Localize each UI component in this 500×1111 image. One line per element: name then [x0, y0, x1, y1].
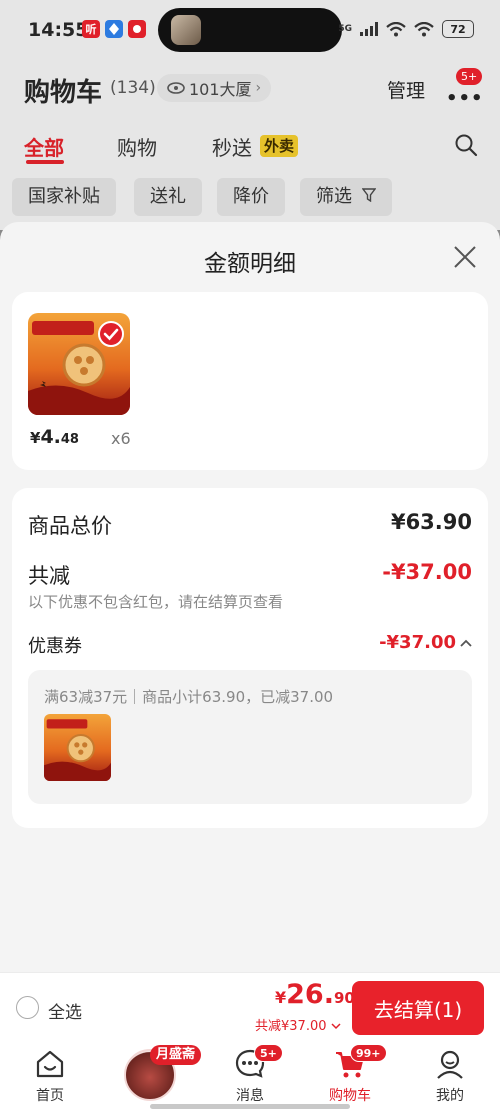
taobao-app-icon — [128, 20, 146, 38]
total-reduction-value: -¥37.00 — [382, 560, 472, 584]
filter-button[interactable]: 筛选 — [300, 178, 392, 216]
manage-button[interactable]: 管理 — [387, 76, 425, 103]
total-integer: 26. — [286, 979, 334, 1010]
total-currency: ¥ — [275, 988, 287, 1007]
profile-icon — [437, 1050, 463, 1079]
page-title: 购物车 — [24, 78, 103, 108]
filter-national-subsidy[interactable]: 国家补贴 — [12, 178, 116, 216]
sheet-title: 金额明细 — [204, 251, 296, 277]
ting-app-icon: 听 — [82, 20, 100, 38]
location-app-icon — [105, 20, 123, 38]
status-indicators: 5G 72 — [338, 20, 474, 38]
filter-label: 筛选 — [316, 186, 352, 207]
price-integer: 4. — [40, 426, 61, 448]
tab-home-label: 首页 — [36, 1088, 64, 1104]
coupon-product-image — [44, 714, 111, 781]
more-dots-icon: ••• — [446, 88, 484, 109]
select-all-label[interactable]: 全选 — [48, 998, 82, 1023]
item-quantity: x6 — [111, 429, 131, 448]
tab-shopping[interactable]: 购物 — [117, 132, 157, 161]
coupon-description: 满63减37元｜商品小计63.90，已减37.00 — [44, 688, 334, 706]
select-all-radio[interactable] — [16, 996, 39, 1019]
location-label: 101大厦 — [189, 80, 252, 99]
item-price: ¥4.48 — [30, 426, 79, 448]
home-indicator[interactable] — [150, 1104, 350, 1109]
summary-card: 商品总价 ¥63.90 共减 -¥37.00 以下优惠不包含红包，请在结算页查看… — [12, 488, 488, 828]
chevron-up-icon — [460, 639, 472, 647]
network-label: 5G — [338, 24, 352, 34]
selected-check-icon — [98, 321, 124, 347]
product-image[interactable] — [28, 313, 130, 415]
cart-header: 购物车 (134) 101大厦 › 管理 ••• 5+ — [0, 62, 500, 116]
more-badge: 5+ — [456, 68, 483, 85]
location-selector[interactable]: 101大厦 › — [157, 74, 272, 102]
cart-count: (134) — [110, 78, 156, 98]
status-app-icons: 听 — [82, 20, 146, 38]
battery-indicator: 72 — [442, 20, 474, 38]
checkout-reduction-text: 共减¥37.00 — [255, 1019, 327, 1034]
signal-icon — [360, 22, 378, 36]
filter-chips: 国家补贴 送礼 降价 筛选 — [0, 178, 500, 218]
filter-gift[interactable]: 送礼 — [134, 178, 202, 216]
tab-cart-label: 购物车 — [329, 1088, 371, 1104]
price-decimal: 48 — [60, 432, 79, 447]
coupon-toggle[interactable]: -¥37.00 — [379, 632, 472, 653]
bottom-tab-bar: 首页 月盛斋 5+ 消息 99+ 购物车 我的 — [0, 1040, 500, 1111]
coupon-label: 优惠券 — [28, 636, 82, 657]
eye-icon — [167, 82, 185, 94]
total-price-label: 商品总价 — [28, 514, 112, 538]
status-bar: 14:55 听 5G 72 — [0, 0, 500, 60]
tab-messages-label: 消息 — [236, 1088, 264, 1104]
filter-price-drop[interactable]: 降价 — [217, 178, 285, 216]
coupon-value: -¥37.00 — [379, 632, 456, 653]
tab-cart[interactable]: 99+ 购物车 — [310, 1040, 390, 1111]
now-playing-thumbnail — [171, 15, 201, 45]
checkout-bar: 全选 ¥26.90 共减¥37.00 去结算(1) — [0, 972, 500, 1040]
amount-detail-sheet: 金额明细 ¥4.48 x6 商品总价 ¥63.90 共减 -¥37.00 以下优… — [0, 222, 500, 972]
messages-badge: 5+ — [254, 1044, 283, 1062]
promo-badge: 月盛斋 — [150, 1045, 202, 1065]
status-time: 14:55 — [28, 19, 89, 41]
tab-all[interactable]: 全部 — [24, 132, 64, 161]
total-reduction-label: 共减 — [28, 564, 70, 588]
wifi-icon — [386, 21, 406, 36]
tab-profile[interactable]: 我的 — [410, 1040, 490, 1111]
more-menu-button[interactable]: ••• 5+ — [444, 68, 483, 109]
home-icon — [36, 1050, 64, 1078]
close-icon[interactable] — [452, 244, 478, 270]
wifi-icon-secondary — [414, 21, 434, 36]
tab-instant-delivery[interactable]: 秒送 — [212, 132, 252, 161]
cart-badge: 99+ — [350, 1044, 387, 1062]
chevron-down-icon — [331, 1023, 341, 1030]
checkout-button[interactable]: 去结算(1) — [352, 981, 484, 1035]
tab-messages[interactable]: 5+ 消息 — [210, 1040, 290, 1111]
tab-home[interactable]: 首页 — [10, 1040, 90, 1111]
cart-tabs: 全部 购物 秒送 外卖 — [0, 128, 500, 168]
checkout-total: ¥26.90 — [275, 979, 355, 1010]
takeout-badge: 外卖 — [260, 135, 299, 157]
tab-active-underline — [26, 160, 64, 164]
chevron-right-icon: › — [255, 80, 262, 96]
items-card: ¥4.48 x6 — [12, 292, 488, 470]
coupon-detail-box: 满63减37元｜商品小计63.90，已减37.00 — [28, 670, 472, 804]
funnel-icon — [361, 188, 377, 203]
total-price-value: ¥63.90 — [390, 510, 472, 534]
tab-profile-label: 我的 — [436, 1088, 464, 1104]
reduction-note: 以下优惠不包含红包，请在结算页查看 — [28, 593, 284, 611]
checkout-reduction[interactable]: 共减¥37.00 — [255, 1015, 341, 1034]
price-currency: ¥ — [30, 429, 41, 447]
search-icon[interactable] — [454, 133, 478, 157]
dynamic-island — [158, 8, 342, 52]
